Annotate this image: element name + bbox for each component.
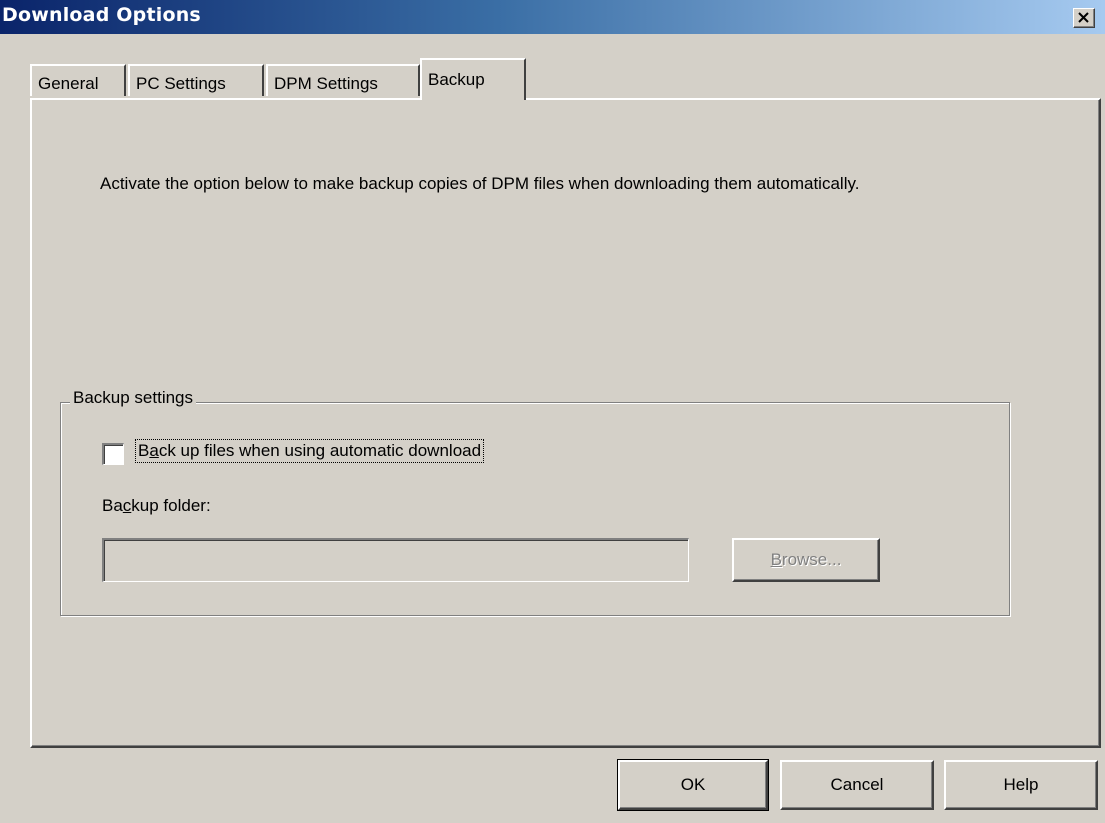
backup-folder-label: Backup folder: <box>102 496 211 515</box>
backup-folder-input[interactable] <box>102 538 689 582</box>
backup-files-checkbox-label[interactable]: Back up files when using automatic downl… <box>134 439 485 463</box>
backup-description: Activate the option below to make backup… <box>100 174 860 193</box>
tab-general-label: General <box>38 74 99 93</box>
tab-backup-label: Backup <box>428 70 485 89</box>
tab-dpm-settings[interactable]: DPM Settings <box>266 64 420 96</box>
close-icon <box>1078 12 1089 23</box>
ok-button[interactable]: OK <box>617 759 769 811</box>
backup-files-checkbox[interactable] <box>102 443 124 465</box>
close-button[interactable] <box>1073 8 1095 28</box>
tab-backup[interactable]: Backup <box>420 58 526 100</box>
window-title: Download Options <box>2 4 201 26</box>
help-button[interactable]: Help <box>944 760 1098 810</box>
browse-button[interactable]: Browse... <box>732 538 880 582</box>
backup-settings-group-label: Backup settings <box>70 388 197 408</box>
tab-pc-settings-label: PC Settings <box>136 74 226 93</box>
tab-pc-settings[interactable]: PC Settings <box>128 64 264 96</box>
tab-dpm-settings-label: DPM Settings <box>274 74 378 93</box>
tab-general[interactable]: General <box>30 64 126 96</box>
cancel-button[interactable]: Cancel <box>780 760 934 810</box>
